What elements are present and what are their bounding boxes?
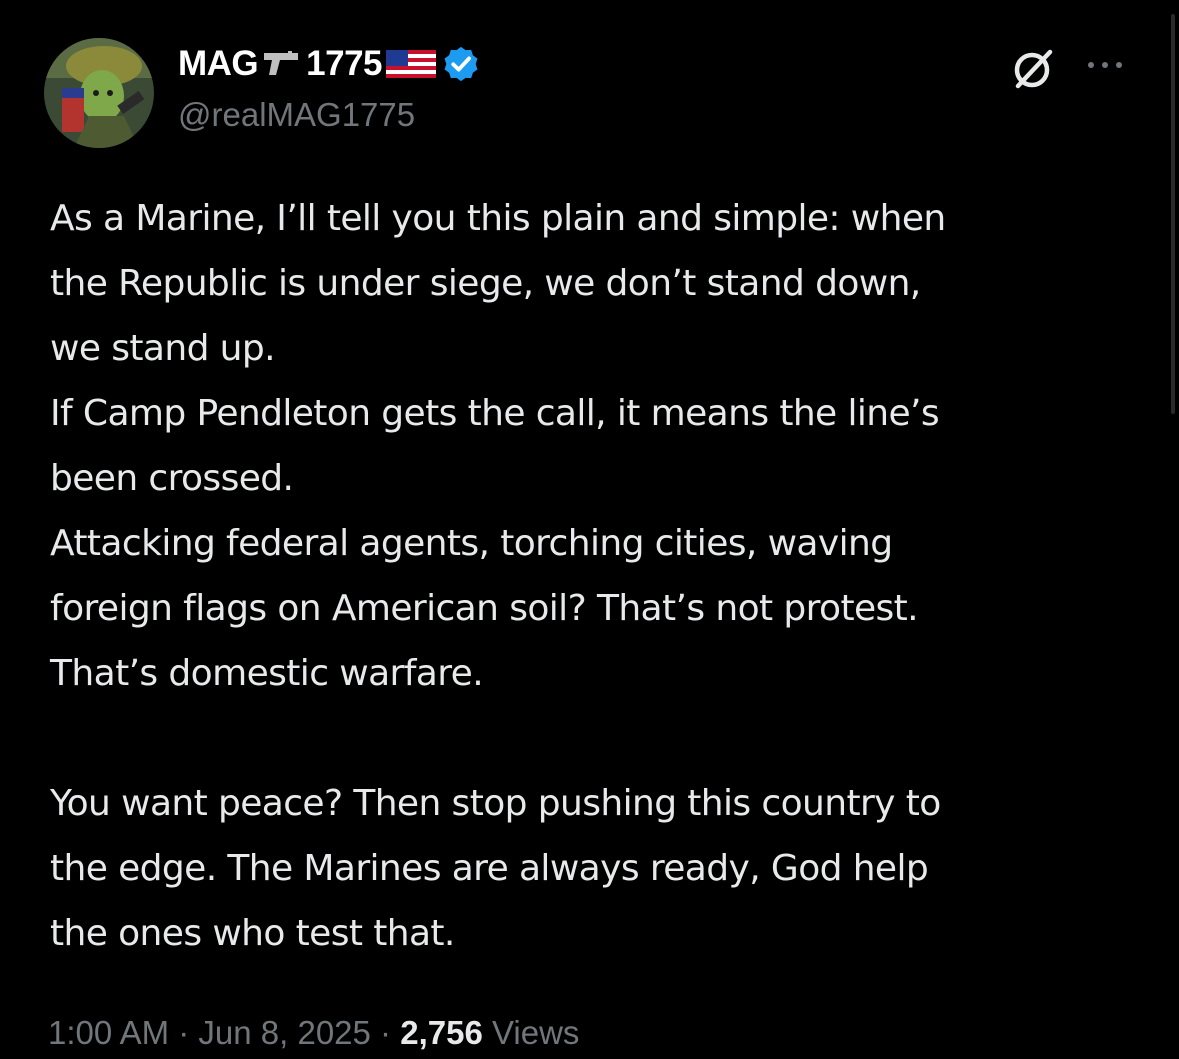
author-handle[interactable]: @realMAG1775 (178, 96, 415, 134)
tweet-line: foreign flags on American soil? That’s n… (50, 588, 919, 629)
tweet-line: we stand up. (50, 328, 276, 369)
tweet-line: been crossed. (50, 458, 294, 499)
scrollbar[interactable] (1171, 14, 1175, 414)
views-label: Views (482, 1014, 580, 1051)
meta-separator: · (169, 1014, 199, 1051)
meta-separator: · (370, 1014, 401, 1051)
tweet-meta: 1:00 AM · Jun 8, 2025 · 2,756 Views (48, 1014, 579, 1052)
display-name-suffix[interactable]: 1775 (306, 44, 382, 84)
us-flag-icon (386, 50, 437, 78)
tweet-screenshot: MAG 1775 @realMAG1775 As a Marine, I’ll … (0, 0, 1179, 1059)
tweet-line: Attacking federal agents, torching citie… (50, 523, 893, 564)
avatar[interactable] (44, 38, 154, 148)
verified-badge-icon (444, 46, 478, 82)
tweet-line: That’s domestic warfare. (50, 653, 484, 694)
tweet-time[interactable]: 1:00 AM (48, 1014, 169, 1051)
tweet-line: If Camp Pendleton gets the call, it mean… (50, 393, 940, 434)
display-name-prefix[interactable]: MAG (178, 44, 259, 84)
more-options-icon[interactable] (1083, 58, 1127, 72)
pistol-icon (264, 51, 299, 75)
views-count[interactable]: 2,756 (400, 1014, 483, 1051)
tweet-line: the Republic is under siege, we don’t st… (50, 263, 921, 304)
tweet-line: the edge. The Marines are always ready, … (50, 848, 929, 889)
tweet-line: the ones who test that. (50, 913, 455, 954)
tweet-line: You want peace? Then stop pushing this c… (50, 783, 941, 824)
grok-icon[interactable] (1010, 46, 1056, 92)
avatar-image (44, 38, 154, 148)
tweet-line: As a Marine, I’ll tell you this plain an… (50, 198, 946, 239)
tweet-text: As a Marine, I’ll tell you this plain an… (50, 186, 1140, 966)
tweet-date[interactable]: Jun 8, 2025 (198, 1014, 370, 1051)
author-name-row[interactable]: MAG 1775 (178, 40, 482, 88)
